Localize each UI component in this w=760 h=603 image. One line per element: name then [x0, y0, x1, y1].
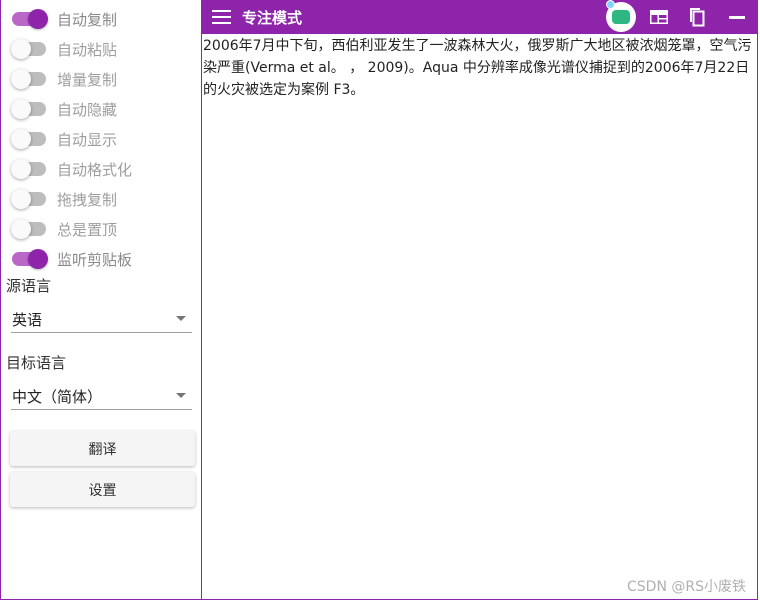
- dropdown-arrow-icon: [176, 393, 186, 398]
- toggle-label: 增量复制: [57, 70, 118, 89]
- switch[interactable]: [11, 97, 47, 121]
- watermark: CSDN @RS小废铁: [627, 579, 746, 595]
- target-language-value: 中文（简体）: [12, 388, 103, 406]
- toggle-auto-hide[interactable]: 自动隐藏: [11, 97, 196, 121]
- switch[interactable]: [11, 7, 48, 31]
- hamburger-menu-icon[interactable]: [212, 10, 231, 24]
- toggle-drag-copy[interactable]: 拖拽复制: [11, 187, 196, 211]
- toggle-label: 自动显示: [57, 130, 118, 149]
- chat-badge-icon: [612, 10, 630, 24]
- switch-thumb: [28, 9, 48, 29]
- app-badge-icon[interactable]: [606, 0, 636, 32]
- toggle-auto-format[interactable]: 自动格式化: [11, 157, 196, 181]
- toggle-label: 自动复制: [57, 10, 118, 29]
- toggle-auto-copy[interactable]: 自动复制: [11, 7, 196, 31]
- toggle-label: 自动粘贴: [57, 40, 118, 59]
- switch[interactable]: [11, 37, 47, 61]
- page-title: 专注模式: [242, 9, 303, 27]
- top-bar: 专注模式: [202, 0, 757, 34]
- layout-grid-icon[interactable]: [648, 6, 670, 28]
- app-window: 自动复制 自动粘贴 增量复制 自动隐藏 自动显示 自动格式化 拖拽复制 总是置顶…: [0, 0, 760, 603]
- switch-thumb: [11, 159, 31, 179]
- toggle-auto-show[interactable]: 自动显示: [11, 127, 196, 151]
- dropdown-arrow-icon: [176, 316, 186, 321]
- switch-thumb: [11, 99, 31, 119]
- target-language-label: 目标语言: [6, 354, 67, 372]
- minimize-icon[interactable]: [726, 6, 748, 28]
- toggle-label: 总是置顶: [57, 220, 118, 239]
- switch-thumb: [11, 129, 31, 149]
- source-language-value: 英语: [12, 311, 43, 329]
- toggle-label: 拖拽复制: [57, 190, 118, 209]
- toggle-listen-clipboard[interactable]: 监听剪贴板: [11, 247, 196, 271]
- target-language-select[interactable]: 中文（简体）: [11, 384, 192, 410]
- switch-thumb: [28, 249, 48, 269]
- switch[interactable]: [11, 217, 47, 241]
- switch[interactable]: [11, 157, 47, 181]
- switch[interactable]: [11, 247, 48, 271]
- switch-thumb: [11, 69, 31, 89]
- switch-thumb: [11, 219, 31, 239]
- translation-result[interactable]: 2006年7月中下旬，西伯利亚发生了一波森林大火，俄罗斯广大地区被浓烟笼罩，空气…: [202, 35, 757, 101]
- toggle-always-on-top[interactable]: 总是置顶: [11, 217, 196, 241]
- translate-button[interactable]: 翻译: [10, 431, 195, 466]
- source-language-select[interactable]: 英语: [11, 307, 192, 333]
- settings-button[interactable]: 设置: [10, 472, 195, 507]
- switch-thumb: [11, 39, 31, 59]
- toggle-label: 监听剪贴板: [57, 250, 133, 269]
- notification-dot: [606, 0, 615, 9]
- switch[interactable]: [11, 67, 47, 91]
- switch[interactable]: [11, 187, 47, 211]
- copy-icon[interactable]: [686, 6, 708, 28]
- main-panel: 专注模式 2006年7月中下旬，西伯利亚发生了一波森林大火，俄罗斯广大地区被浓烟…: [201, 0, 758, 600]
- toggle-auto-paste[interactable]: 自动粘贴: [11, 37, 196, 61]
- sidebar: 自动复制 自动粘贴 增量复制 自动隐藏 自动显示 自动格式化 拖拽复制 总是置顶…: [0, 0, 201, 600]
- switch[interactable]: [11, 127, 47, 151]
- toggle-label: 自动格式化: [57, 160, 133, 179]
- switch-thumb: [11, 189, 31, 209]
- source-language-label: 源语言: [6, 277, 52, 295]
- toggle-incremental-copy[interactable]: 增量复制: [11, 67, 196, 91]
- toggle-label: 自动隐藏: [57, 100, 118, 119]
